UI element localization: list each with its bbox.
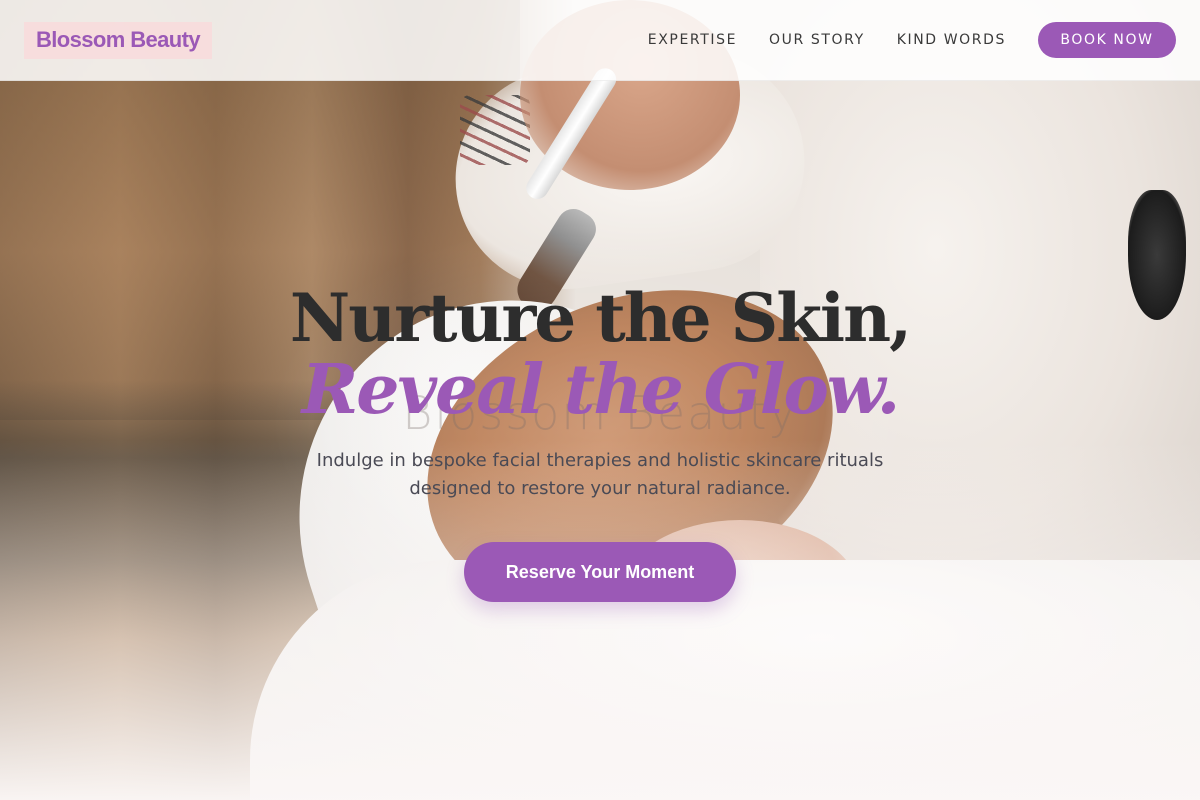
hero-section: Blossom Beauty Nurture the Skin, Reveal …	[0, 0, 1200, 800]
reserve-button[interactable]: Reserve Your Moment	[464, 542, 736, 602]
hero-headline-line-1: Nurture the Skin,	[289, 279, 912, 357]
hero-headline-line-2: Reveal the Glow.	[301, 350, 901, 430]
hero-subtitle: Indulge in bespoke facial therapies and …	[316, 450, 884, 499]
